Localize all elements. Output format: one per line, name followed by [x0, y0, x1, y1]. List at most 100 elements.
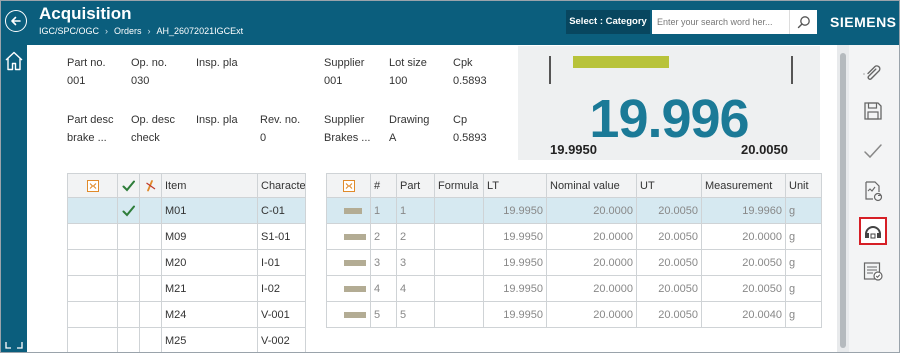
nominal-cell: 20.0000	[546, 223, 637, 250]
paperclip-icon	[863, 65, 881, 80]
formula-cell	[434, 249, 484, 276]
save-button[interactable]	[859, 97, 887, 125]
brand-logo: SIEMENS	[830, 14, 897, 30]
expand-icon[interactable]	[5, 341, 23, 352]
info-rev-no: Rev. no. 0	[260, 114, 301, 144]
info-insp-plan-2: Insp. pla	[196, 114, 238, 126]
page-title: Acquisition	[39, 4, 132, 23]
info-insp-plan: Insp. pla	[196, 57, 238, 69]
row-status-cell	[139, 275, 162, 302]
row-select-cell[interactable]	[67, 327, 118, 352]
measurement-row[interactable]: 1 1 19.9950 20.0000 20.0050 19.9960 g	[326, 197, 822, 224]
lt-cell: 19.9950	[483, 275, 547, 302]
measurement-cell[interactable]: 20.0050	[701, 275, 786, 302]
gauge-min-label: 19.9950	[550, 142, 597, 157]
home-icon[interactable]	[4, 50, 24, 75]
characteristic-row[interactable]: M24 V-001	[67, 301, 306, 328]
breadcrumb-item-igc[interactable]: IGC/SPC/OGC	[39, 26, 99, 36]
row-marker	[344, 233, 366, 240]
column-header-characteristic[interactable]: Characte	[257, 173, 306, 198]
search-button[interactable]	[789, 10, 817, 34]
nominal-cell: 20.0000	[546, 275, 637, 302]
row-select-cell[interactable]	[67, 197, 118, 224]
category-select-button[interactable]: Select : Category	[566, 10, 650, 34]
item-cell: M25	[161, 327, 258, 352]
confirm-button[interactable]	[859, 137, 887, 165]
info-supplier: Supplier 001	[324, 57, 365, 87]
info-part-desc: Part desc brake ...	[67, 114, 114, 144]
characteristic-row[interactable]: M20 I-01	[67, 249, 306, 276]
measurement-row[interactable]: 4 4 19.9950 20.0000 20.0050 20.0050 g	[326, 275, 822, 302]
unit-cell: g	[785, 197, 822, 224]
nominal-cell: 20.0000	[546, 301, 637, 328]
measurement-cell[interactable]: 20.0040	[701, 301, 786, 328]
column-header-item[interactable]: Item	[161, 173, 258, 198]
row-status-cell	[139, 197, 162, 224]
row-number-cell: 4	[370, 275, 397, 302]
gauge-device-button[interactable]	[859, 217, 887, 245]
column-header-formula[interactable]: Formula	[434, 173, 484, 198]
row-number-cell: 1	[370, 197, 397, 224]
chevron-right-icon: ›	[147, 26, 151, 36]
vertical-scrollbar-thumb[interactable]	[840, 53, 846, 348]
lt-cell: 19.9950	[483, 301, 547, 328]
attach-button[interactable]	[859, 59, 887, 87]
measurement-gauge: 19.996 19.9950 20.0050	[518, 46, 820, 160]
column-header-number[interactable]: #	[370, 173, 397, 198]
chevron-right-icon: ›	[105, 26, 109, 36]
info-part-no: Part no. 001	[67, 57, 106, 87]
search-input[interactable]	[652, 10, 788, 34]
column-header-lt[interactable]: LT	[483, 173, 547, 198]
measurement-row[interactable]: 3 3 19.9950 20.0000 20.0050 20.0050 g	[326, 249, 822, 276]
column-settings-icon[interactable]	[67, 173, 118, 198]
report-check-icon	[863, 262, 883, 281]
characteristic-row[interactable]: M01 C-01	[67, 197, 306, 224]
characteristic-cell: V-001	[257, 301, 306, 328]
info-cpk: Cpk 0.5893	[453, 57, 487, 87]
lt-cell: 19.9950	[483, 197, 547, 224]
ut-cell: 20.0050	[636, 301, 702, 328]
characteristic-row[interactable]: M21 I-02	[67, 275, 306, 302]
row-select-cell[interactable]	[67, 223, 118, 250]
column-header-nominal[interactable]: Nominal value	[546, 173, 637, 198]
chart-refresh-button[interactable]	[859, 177, 887, 205]
checkmark-icon	[122, 205, 135, 216]
breadcrumb-item-orders[interactable]: Orders	[114, 26, 142, 36]
characteristic-row[interactable]: M09 S1-01	[67, 223, 306, 250]
column-header-part[interactable]: Part	[396, 173, 435, 198]
characteristic-row[interactable]: M25 V-002	[67, 327, 306, 352]
app-window: Acquisition IGC/SPC/OGC › Orders › AH_260720…	[0, 0, 900, 353]
right-toolbar	[849, 45, 899, 352]
measurement-cell[interactable]: 19.9960	[701, 197, 786, 224]
row-marker-cell	[326, 223, 371, 250]
table-header-row: # Part Formula LT Nominal value UT Measu…	[326, 173, 822, 198]
left-nav	[1, 45, 27, 352]
search-box	[652, 10, 817, 34]
row-check-cell	[117, 223, 140, 250]
info-op-no: Op. no. 030	[131, 57, 168, 87]
nominal-cell: 20.0000	[546, 197, 637, 224]
measurement-cell[interactable]: 20.0050	[701, 249, 786, 276]
part-cell: 1	[396, 197, 435, 224]
row-status-cell	[139, 327, 162, 352]
characteristic-cell: V-002	[257, 327, 306, 352]
row-select-cell[interactable]	[67, 249, 118, 276]
column-header-measurement[interactable]: Measurement	[701, 173, 786, 198]
gauge-device-icon	[865, 226, 881, 239]
column-settings-icon[interactable]	[326, 173, 371, 198]
row-select-cell[interactable]	[67, 275, 118, 302]
row-select-cell[interactable]	[67, 301, 118, 328]
row-status-cell	[139, 249, 162, 276]
row-check-cell	[117, 197, 140, 224]
column-header-unit[interactable]: Unit	[785, 173, 822, 198]
column-header-ut[interactable]: UT	[636, 173, 702, 198]
report-button[interactable]	[859, 257, 887, 285]
measurement-cell[interactable]: 20.0000	[701, 223, 786, 250]
back-arrow-icon[interactable]	[5, 10, 27, 32]
info-cp: Cp 0.5893	[453, 114, 487, 144]
measurement-row[interactable]: 2 2 19.9950 20.0000 20.0050 20.0000 g	[326, 223, 822, 250]
breadcrumb: IGC/SPC/OGC › Orders › AH_26072021IGCExt	[39, 26, 243, 36]
measurement-row[interactable]: 5 5 19.9950 20.0000 20.0050 20.0040 g	[326, 301, 822, 328]
row-check-cell	[117, 327, 140, 352]
ut-cell: 20.0050	[636, 249, 702, 276]
